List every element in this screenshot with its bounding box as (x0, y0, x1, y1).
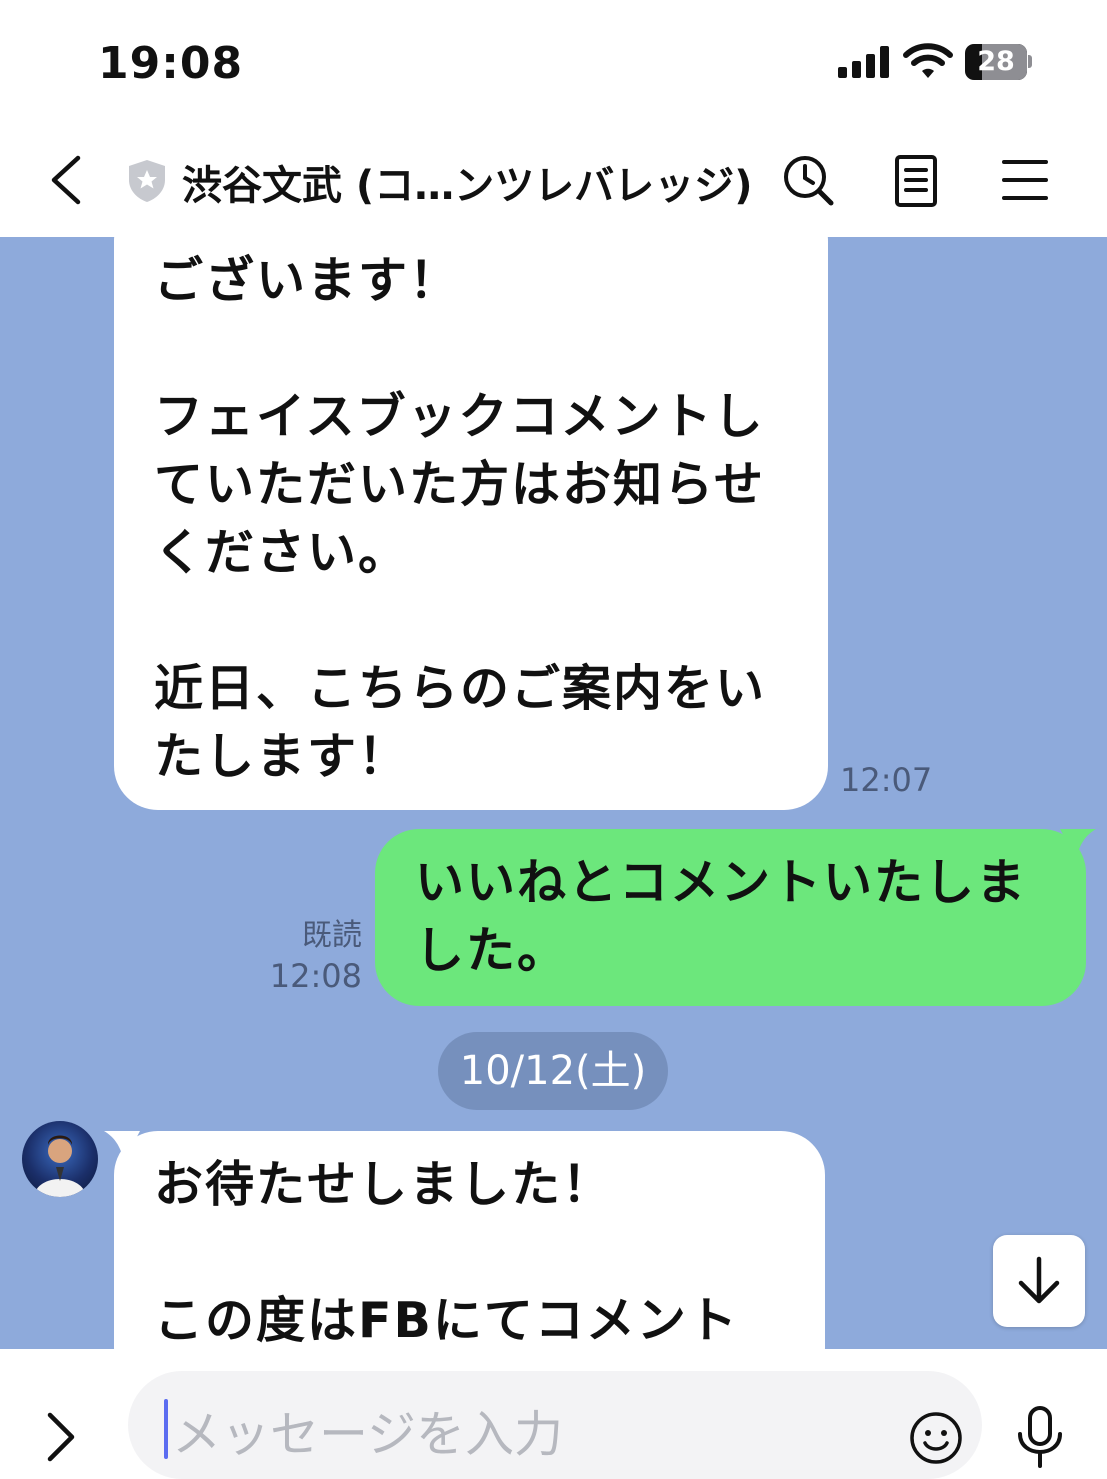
status-time: 19:08 (98, 38, 244, 89)
bubble-tail (104, 1131, 140, 1161)
status-bar: 19:08 28 (0, 0, 1107, 125)
message-text: いいねとコメントいたしま した。 (415, 854, 1028, 979)
message-text: お待たせしました！ この度はFBにてコメント (154, 1156, 739, 1349)
notes-icon[interactable] (886, 150, 946, 210)
message-input-placeholder: メッセージを入力 (172, 1406, 564, 1463)
menu-icon[interactable] (994, 150, 1054, 210)
incoming-message-bubble[interactable]: お待たせしました！ この度はFBにてコメント (114, 1131, 825, 1349)
avatar-image (34, 1135, 86, 1197)
arrow-down-icon (1018, 1256, 1060, 1304)
back-button[interactable] (40, 150, 90, 210)
microphone-icon[interactable] (1014, 1404, 1066, 1470)
scroll-to-bottom-button[interactable] (993, 1235, 1085, 1327)
battery-icon: 28 (965, 44, 1032, 80)
message-text: ございます！ フェイスブックコメントし ていただいた方はお知らせ ください。 近… (154, 252, 767, 785)
message-time: 12:07 (840, 761, 933, 799)
emoji-icon[interactable] (908, 1410, 964, 1466)
search-icon[interactable] (778, 150, 838, 210)
bubble-tail (1060, 829, 1096, 859)
avatar[interactable] (22, 1121, 98, 1197)
date-separator: 10/12(土) (438, 1032, 668, 1110)
chat-title: 渋谷文武 (コ…ンツレバレッジ) (182, 163, 753, 209)
message-time: 12:08 (269, 957, 362, 995)
expand-menu-button[interactable] (40, 1409, 84, 1465)
cellular-signal-icon (838, 46, 890, 78)
outgoing-message-bubble[interactable]: いいねとコメントいたしま した。 (375, 829, 1086, 1006)
chat-header: 渋谷文武 (コ…ンツレバレッジ) (0, 125, 1107, 237)
wifi-icon (903, 43, 953, 78)
read-receipt: 既読 (302, 918, 362, 953)
battery-level: 28 (977, 46, 1015, 77)
shield-icon (129, 160, 165, 202)
message-input[interactable]: メッセージを入力 (128, 1371, 982, 1479)
chat-area[interactable]: ございます！ フェイスブックコメントし ていただいた方はお知らせ ください。 近… (0, 237, 1107, 1349)
text-caret (164, 1399, 168, 1459)
incoming-message-bubble[interactable]: ございます！ フェイスブックコメントし ていただいた方はお知らせ ください。 近… (114, 237, 828, 810)
